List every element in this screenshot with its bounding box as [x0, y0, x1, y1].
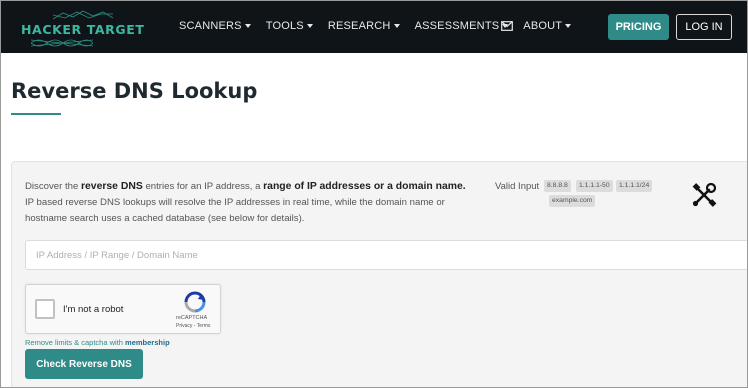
login-button[interactable]: LOG IN [676, 14, 732, 40]
logo-dots-icon [53, 10, 113, 20]
caret-down-icon [565, 24, 572, 28]
envelope-icon[interactable] [501, 21, 513, 31]
recaptcha-brand: reCAPTCHA [176, 315, 208, 321]
title-underline [11, 113, 61, 115]
desc-part1: Discover the [25, 181, 81, 192]
ip-domain-input[interactable] [25, 240, 747, 270]
main-menu: SCANNERS TOOLS RESEARCH ASSESSMENTS ABOU… [179, 20, 586, 32]
caret-down-icon [244, 24, 251, 28]
valid-example-chip: 1.1.1.1-50 [576, 180, 613, 192]
valid-example-chip: example.com [549, 195, 596, 207]
desc-bold1: reverse DNS [80, 181, 143, 192]
valid-input-label: Valid Input [495, 181, 540, 192]
recaptcha-links[interactable]: Privacy - Terms [176, 323, 210, 329]
recaptcha-label: I'm not a robot [63, 304, 124, 315]
check-reverse-dns-button[interactable]: Check Reverse DNS [25, 349, 143, 379]
menu-tools[interactable]: TOOLS [266, 20, 313, 32]
menu-assessments-label: ASSESSMENTS [414, 20, 500, 32]
valid-example-chip: 8.8.8.8 [544, 180, 571, 192]
desc-part2: entries for an IP address, a [142, 181, 264, 192]
menu-research-label: RESEARCH [327, 20, 391, 32]
menu-scanners-label: SCANNERS [179, 20, 242, 32]
wrench-screwdriver-icon [692, 182, 717, 207]
top-nav: HACKER TARGET SCANNERS TOOLS RESEARCH AS… [1, 1, 747, 53]
tool-description: Discover the reverse DNS entries for an … [25, 179, 475, 227]
membership-link[interactable]: membership [125, 338, 170, 347]
page-title: Reverse DNS Lookup [11, 79, 258, 103]
limits-note: Remove limits & captcha with membership [25, 338, 170, 347]
menu-research[interactable]: RESEARCH [328, 20, 400, 32]
desc-part3: IP based reverse DNS lookups will resolv… [25, 197, 445, 224]
menu-scanners[interactable]: SCANNERS [179, 20, 251, 32]
limits-text: Remove limits & captcha with [25, 338, 126, 347]
menu-tools-label: TOOLS [265, 20, 304, 32]
desc-bold2: range of IP addresses or a domain name. [263, 181, 466, 192]
recaptcha-widget: I'm not a robot reCAPTCHA Privacy - Term… [25, 284, 221, 334]
caret-down-icon [306, 24, 313, 28]
pricing-button[interactable]: PRICING [608, 14, 669, 40]
recaptcha-logo-icon [184, 291, 206, 313]
site-logo[interactable]: HACKER TARGET [13, 7, 144, 49]
page-frame: HACKER TARGET SCANNERS TOOLS RESEARCH AS… [0, 0, 748, 388]
logo-wave-icon [31, 39, 93, 47]
menu-about-label: ABOUT [523, 20, 563, 32]
menu-about[interactable]: ABOUT [523, 20, 572, 32]
recaptcha-checkbox[interactable] [35, 299, 55, 319]
valid-example-chip: 1.1.1.1/24 [616, 180, 653, 192]
logo-text: HACKER TARGET [21, 22, 145, 37]
caret-down-icon [393, 24, 400, 28]
menu-assessments[interactable]: ASSESSMENTS [415, 20, 509, 32]
